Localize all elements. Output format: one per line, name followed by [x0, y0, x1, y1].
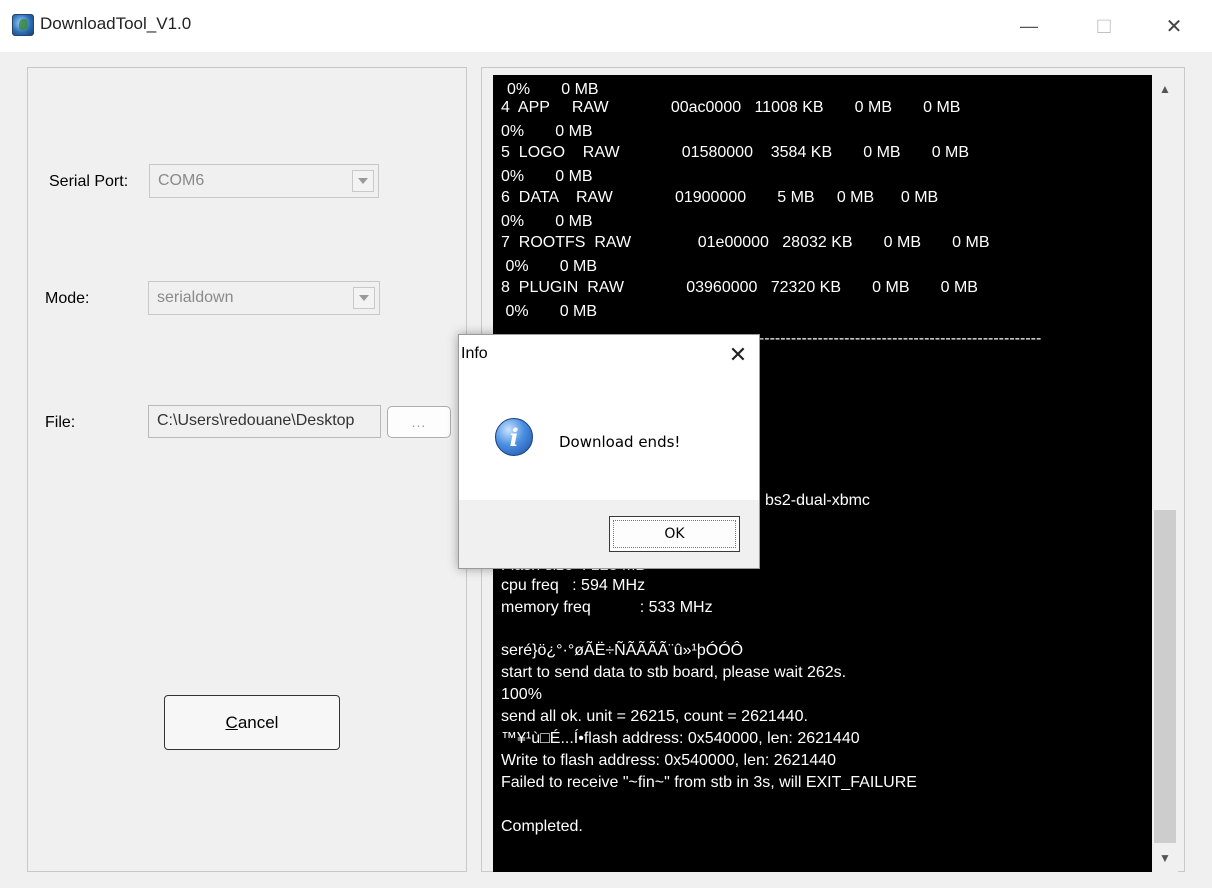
- console-line: 4 APP RAW 00ac0000 11008 KB 0 MB 0 MB: [501, 99, 961, 116]
- chevron-down-icon[interactable]: [353, 287, 375, 309]
- mode-label: Mode:: [45, 290, 90, 307]
- minimize-icon: —: [1020, 15, 1038, 36]
- console-line: 0% 0 MB: [501, 168, 593, 185]
- console-line: 0% 0 MB: [501, 123, 593, 140]
- console-line: 0% 0 MB: [501, 213, 593, 230]
- dialog-close-button[interactable]: ✕: [721, 339, 755, 371]
- console-line: Write to flash address: 0x540000, len: 2…: [501, 752, 837, 769]
- ok-button-label: OK: [664, 526, 685, 542]
- close-button[interactable]: ✕: [1147, 0, 1201, 52]
- info-dialog: Info ✕ i Download ends! OK: [458, 334, 760, 569]
- title-bar[interactable]: DownloadTool_V1.0 — □ ✕: [0, 0, 1212, 52]
- dialog-title: Info: [461, 345, 488, 362]
- console-line: Completed.: [501, 818, 583, 835]
- ok-button[interactable]: OK: [609, 516, 740, 552]
- console-line: start to send data to stb board, please …: [501, 664, 847, 681]
- close-icon: ✕: [1165, 15, 1183, 38]
- console-line: seré}ö¿°·°øÃË÷ÑÃÃÃÃ¨û»¹þÓÓÔ: [501, 642, 744, 659]
- app-globe-icon: [12, 14, 34, 36]
- mode-select[interactable]: serialdown: [148, 281, 380, 315]
- browse-button-label: ...: [411, 414, 427, 430]
- console-line: bs2-dual-xbmc: [765, 492, 870, 509]
- console-line: send all ok. unit = 26215, count = 26214…: [501, 708, 808, 725]
- console-line: 6 DATA RAW 01900000 5 MB 0 MB 0 MB: [501, 189, 939, 206]
- console-line: 100%: [501, 686, 542, 703]
- console-scrollbar[interactable]: ▲ ▼: [1152, 75, 1178, 872]
- console-line: memory freq : 533 MHz: [501, 599, 713, 616]
- file-path-field[interactable]: C:\Users\redouane\Desktop: [148, 405, 381, 438]
- scroll-down-arrow-icon[interactable]: ▼: [1152, 844, 1178, 872]
- cancel-button-label: Cancel: [225, 712, 279, 732]
- file-label: File:: [45, 414, 76, 431]
- console-line: cpu freq : 594 MHz: [501, 577, 646, 594]
- info-icon: i: [495, 418, 533, 456]
- maximize-button[interactable]: □: [1077, 0, 1131, 52]
- console-line: 0% 0 MB: [501, 303, 598, 320]
- minimize-button[interactable]: —: [1002, 0, 1056, 52]
- dialog-message: Download ends!: [559, 433, 681, 451]
- chevron-down-icon[interactable]: [352, 170, 374, 192]
- console-line: 8 PLUGIN RAW 03960000 72320 KB 0 MB 0 MB: [501, 279, 978, 296]
- scroll-up-arrow-icon[interactable]: ▲: [1152, 75, 1178, 103]
- serial-port-value: COM6: [158, 172, 205, 189]
- dialog-body: i Download ends!: [459, 375, 759, 500]
- window-title: DownloadTool_V1.0: [40, 14, 192, 33]
- dialog-title-bar[interactable]: Info ✕: [459, 335, 759, 375]
- console-line: Failed to receive "~fin~" from stb in 3s…: [501, 774, 917, 791]
- console-line: ™¥¹ù□É...Í•flash address: 0x540000, len:…: [501, 730, 860, 747]
- console-line: 0% 0 MB: [507, 81, 599, 98]
- serial-port-label: Serial Port:: [49, 173, 129, 190]
- console-line: 7 ROOTFS RAW 01e00000 28032 KB 0 MB 0 MB: [501, 234, 990, 251]
- file-path-value: C:\Users\redouane\Desktop: [157, 412, 355, 429]
- mode-value: serialdown: [157, 289, 234, 306]
- close-icon: ✕: [728, 342, 748, 367]
- scrollbar-thumb[interactable]: [1154, 510, 1176, 843]
- console-line: 5 LOGO RAW 01580000 3584 KB 0 MB 0 MB: [501, 144, 970, 161]
- serial-port-select[interactable]: COM6: [149, 164, 379, 198]
- maximize-icon: □: [1097, 13, 1111, 38]
- browse-button[interactable]: ...: [387, 406, 451, 438]
- cancel-button[interactable]: Cancel: [164, 695, 340, 750]
- console-line: 0% 0 MB: [501, 258, 598, 275]
